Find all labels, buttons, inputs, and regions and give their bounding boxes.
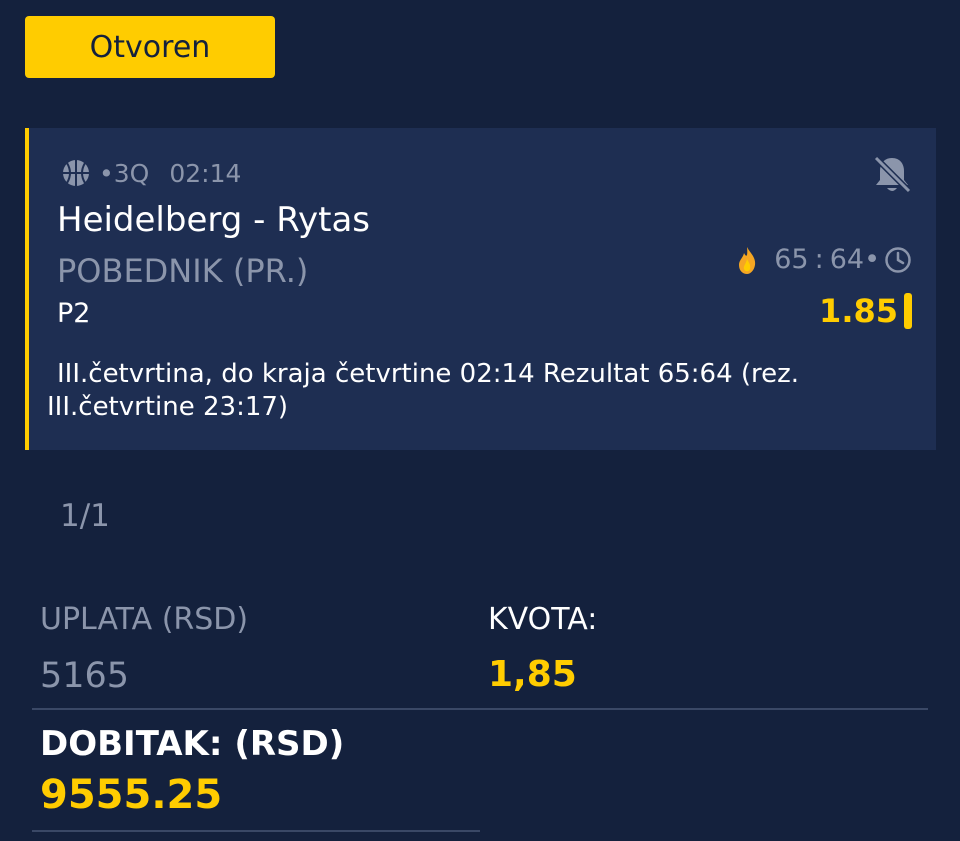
score-home: 65 (774, 244, 809, 275)
event-time: 02:14 (169, 158, 242, 188)
bell-off-icon[interactable] (870, 152, 914, 196)
total-odds-value: 1,85 (488, 654, 577, 695)
divider (32, 830, 480, 832)
score-dot: • (864, 244, 880, 275)
payout-label: DOBITAK: (RSD) (40, 724, 345, 764)
divider (32, 708, 928, 710)
event-meta: •3Q 02:14 (61, 158, 241, 188)
bet-selection-card[interactable]: •3Q 02:14 Heidelberg - Rytas POBEDNIK (P… (25, 128, 936, 450)
live-score: 65 : 64 • (736, 244, 912, 275)
event-period: •3Q (99, 158, 150, 188)
clock-icon (885, 246, 911, 273)
selected-pick: P2 (57, 298, 91, 329)
pagination: 1/1 (60, 498, 110, 534)
odd-value: 1.85 (819, 292, 898, 330)
total-odds-label: KVOTA: (488, 602, 598, 637)
score-away: 64 (829, 244, 865, 275)
status-open-button[interactable]: Otvoren (25, 16, 275, 78)
market-name: POBEDNIK (PR.) (57, 252, 309, 290)
payout-value: 9555.25 (40, 772, 223, 818)
odd-indicator (904, 293, 912, 329)
score-separator: : (814, 244, 824, 275)
flame-icon (739, 246, 756, 274)
basketball-icon (63, 160, 89, 186)
event-description: III.četvrtina, do kraja četvrtine 02:14 … (47, 359, 800, 422)
stake-value: 5165 (40, 656, 130, 696)
selection-odd: 1.85 (819, 292, 912, 330)
event-teams: Heidelberg - Rytas (57, 200, 370, 240)
stake-label: UPLATA (RSD) (40, 602, 249, 637)
